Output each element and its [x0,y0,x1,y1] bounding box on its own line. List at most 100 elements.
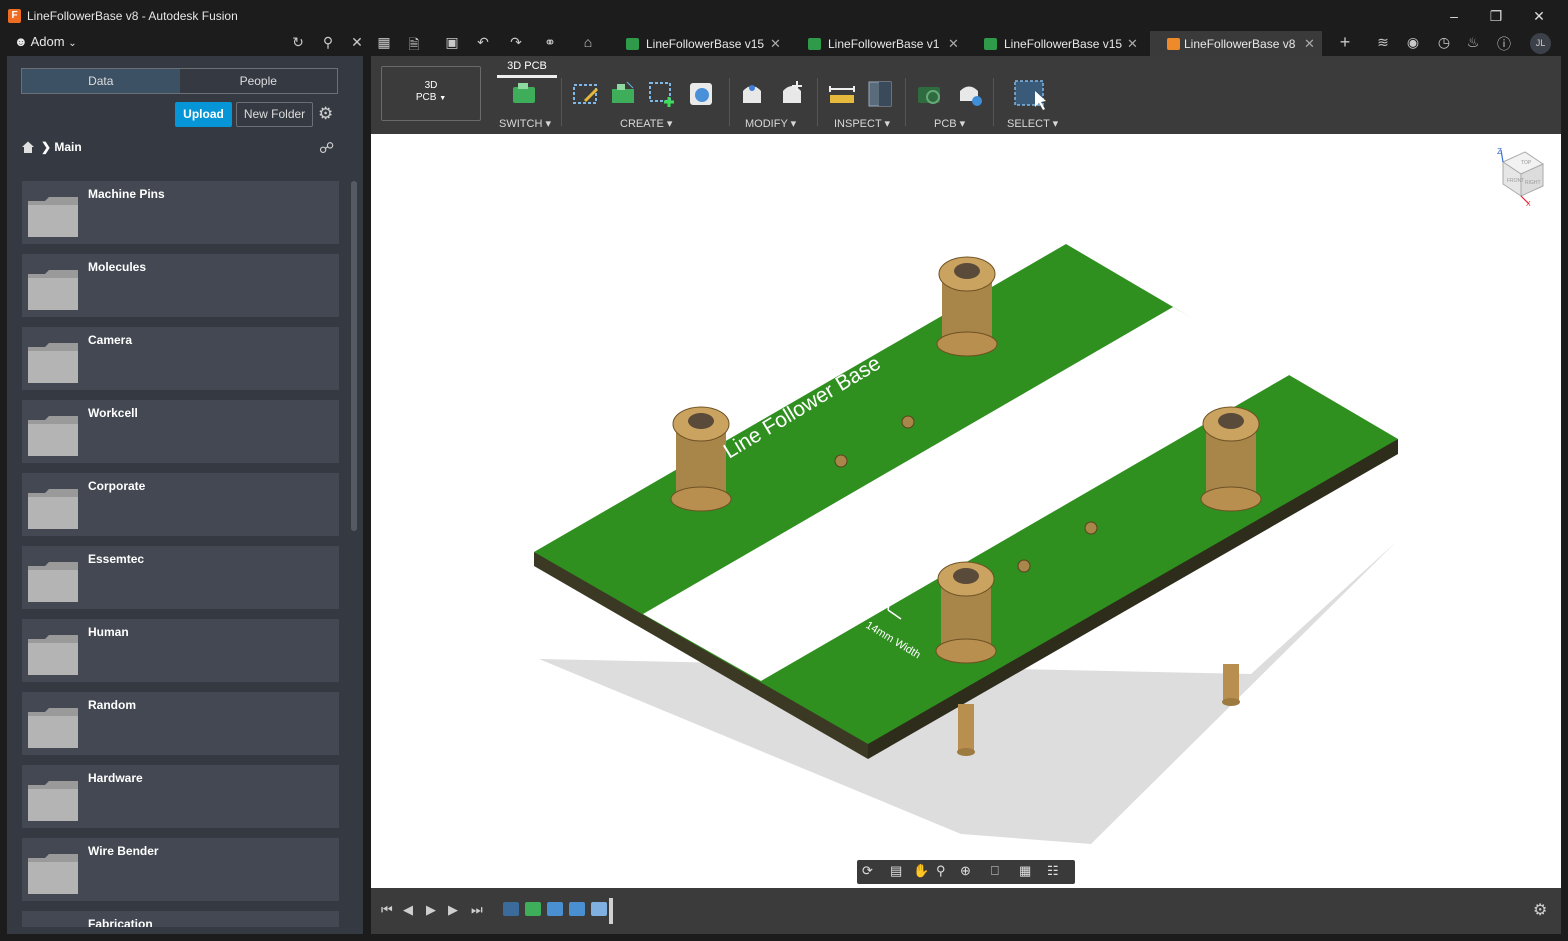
close-tab-icon[interactable]: ✕ [770,36,781,52]
select-window-icon[interactable] [1013,79,1047,111]
display-settings-icon[interactable]: ⎕ [991,863,999,879]
viewports-icon[interactable]: ☷ [1047,863,1059,879]
sketch-board-icon[interactable] [571,79,601,109]
folder-item[interactable]: Hardware [22,765,339,828]
tab-document-1[interactable]: LineFollowerBase v15 ✕ [626,31,796,56]
close-panel-icon[interactable]: ✕ [347,34,367,51]
modify-menu[interactable]: MODIFY ▾ [745,117,796,130]
create-board-icon[interactable] [609,79,639,109]
pcb-menu[interactable]: PCB ▾ [934,117,965,130]
minimize-button[interactable]: – [1439,6,1469,26]
measure-icon[interactable] [827,79,857,109]
apps-grid-icon[interactable]: ▦ [374,34,394,51]
timeline-marker[interactable] [609,898,613,924]
new-tab-icon[interactable]: + [1335,32,1355,53]
notifications-icon[interactable]: ♨ [1463,34,1483,51]
user-avatar[interactable]: JL [1530,33,1551,54]
home-icon[interactable]: ⌂ [578,34,598,50]
refresh-icon[interactable]: ↻ [288,34,308,51]
timeline-feature-extrude[interactable] [547,902,563,916]
job-status-icon[interactable]: ◷ [1434,34,1454,51]
pcb-push-icon[interactable] [915,79,945,109]
gear-icon[interactable]: ⚙ [1533,900,1547,920]
model-canvas[interactable]: Line Follower Base 14mm Width TOP FRONT … [371,134,1561,888]
close-window-button[interactable]: ✕ [1524,6,1554,26]
timeline-feature-board[interactable] [525,902,541,916]
folder-item[interactable]: Fabrication [22,911,339,927]
inspect-section-icon[interactable] [865,79,895,109]
folder-item[interactable]: Molecules [22,254,339,317]
inspect-menu[interactable]: INSPECT ▾ [834,117,890,130]
folder-icon [28,781,78,821]
last-step-icon[interactable]: ⏭ [471,902,483,918]
tab-3d-pcb[interactable]: 3D PCB [497,60,557,78]
previous-step-icon[interactable]: ◀ [403,902,413,918]
save-icon[interactable]: ▣ [442,34,462,51]
gear-icon[interactable]: ⚙ [318,104,333,124]
folder-item[interactable]: Workcell [22,400,339,463]
grid-settings-icon[interactable]: ▦ [1019,863,1031,879]
new-folder-button[interactable]: New Folder [236,102,313,127]
undo-icon[interactable]: ↶ [473,34,493,51]
redo-icon[interactable]: ↷ [506,34,526,51]
3d-viewport[interactable]: Line Follower Base 14mm Width TOP FRONT … [371,134,1561,888]
home-icon[interactable] [21,141,35,153]
look-at-icon[interactable]: ▤ [890,863,902,879]
first-step-icon[interactable]: ⏮ [381,902,393,918]
create-region-icon[interactable] [647,79,677,109]
tab-document-3[interactable]: LineFollowerBase v15 ✕ [984,31,1144,56]
close-tab-icon[interactable]: ✕ [948,36,959,52]
online-status-icon[interactable]: ◉ [1403,34,1423,51]
globe-icon[interactable]: ☍ [319,139,334,157]
folder-item[interactable]: Machine Pins [22,181,339,244]
folder-item[interactable]: Camera [22,327,339,390]
folder-item[interactable]: Human [22,619,339,682]
folder-item[interactable]: Corporate [22,473,339,536]
timeline-feature-sketch[interactable] [503,902,519,916]
close-tab-icon[interactable]: ✕ [1127,36,1138,52]
breadcrumb-current[interactable]: Main [54,140,81,154]
folder-item[interactable]: Random [22,692,339,755]
timeline-bar: ⏮ ◀ ▶ ▶ ⏭ ⚙ [371,888,1561,934]
folder-item[interactable]: Essemtec [22,546,339,609]
create-component-icon[interactable] [687,79,717,109]
pan-hand-icon[interactable]: ✋ [913,863,929,879]
standoff-left [670,406,732,512]
timeline-feature-extrude[interactable] [569,902,585,916]
workspace-switcher[interactable]: 3D PCB ▼ [381,66,481,121]
pcb-settings-icon[interactable] [955,79,985,109]
folder-icon [28,854,78,894]
modify-align-icon[interactable] [737,79,767,109]
folder-item[interactable]: Wire Bender [22,838,339,901]
switch-pcb-icon[interactable] [509,79,539,109]
extensions-icon[interactable]: ≋ [1373,34,1393,51]
folder-icon [28,343,78,383]
help-icon[interactable]: ⓘ [1494,34,1514,54]
modify-move-icon[interactable] [777,79,807,109]
restore-button[interactable]: ❐ [1481,6,1511,26]
folder-icon [28,562,78,602]
search-icon[interactable]: ⚲ [318,34,338,51]
next-step-icon[interactable]: ▶ [448,902,458,918]
tab-data[interactable]: Data [22,69,180,93]
timeline-feature-component[interactable] [591,902,607,916]
orbit-icon[interactable]: ⟳ [862,863,873,879]
play-icon[interactable]: ▶ [426,902,436,918]
close-tab-icon[interactable]: ✕ [1304,36,1315,52]
fit-icon[interactable]: ⊕ [960,863,971,879]
tab-people[interactable]: People [180,69,338,93]
zoom-icon[interactable]: ⚲ [936,863,946,879]
team-switcher[interactable]: ☻ Adom ⌄ [14,34,77,49]
select-menu[interactable]: SELECT ▾ [1007,117,1058,130]
link-icon[interactable]: ⚭ [540,34,560,51]
scrollbar[interactable] [351,181,357,531]
upload-button[interactable]: Upload [175,102,232,127]
title-bar: F LineFollowerBase v8 - Autodesk Fusion … [0,0,1568,31]
switch-menu[interactable]: SWITCH ▾ [499,117,551,130]
folder-name: Corporate [88,479,146,493]
tab-document-4-active[interactable]: LineFollowerBase v8 ✕ [1150,31,1322,56]
tab-document-2[interactable]: LineFollowerBase v1 ✕ [808,31,973,56]
file-menu-icon[interactable]: 🗎 [404,34,424,58]
create-menu[interactable]: CREATE ▾ [620,117,672,130]
viewcube[interactable]: TOP FRONT RIGHT Z X [1497,147,1545,208]
